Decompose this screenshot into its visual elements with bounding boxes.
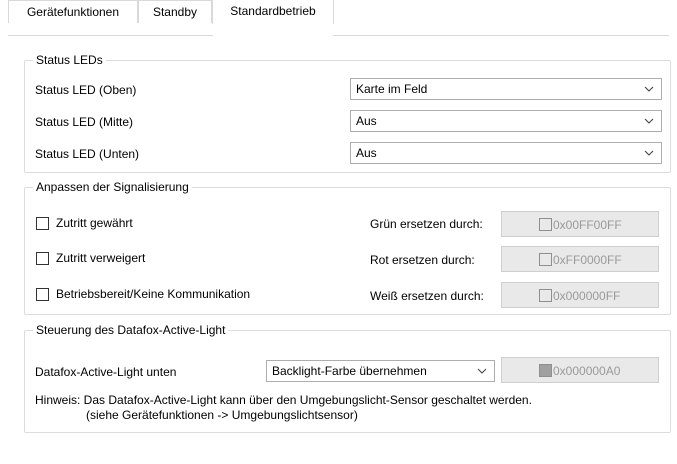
chevron-down-icon <box>477 368 487 374</box>
zutritt-gewaehrt-label: Zutritt gewährt <box>56 216 133 230</box>
tab-label: Standardbetrieb <box>230 4 316 18</box>
signalisierung-legend: Anpassen der Signalisierung <box>33 180 192 195</box>
rot-color-field[interactable]: 0xFF0000FF <box>501 246 659 272</box>
status-led-unten-value: Aus <box>356 146 377 160</box>
status-led-oben-select[interactable]: Karte im Feld <box>350 78 662 100</box>
active-light-select[interactable]: Backlight-Farbe übernehmen <box>266 360 495 382</box>
weiss-color-field[interactable]: 0x000000FF <box>501 282 659 308</box>
tab-strip-baseline <box>8 35 669 36</box>
hint-line-1: Hinweis: Das Datafox-Active-Light kann ü… <box>35 393 532 407</box>
betriebsbereit-label: Betriebsbereit/Keine Kommunikation <box>56 287 251 301</box>
zutritt-verweigert-checkbox[interactable] <box>36 252 49 265</box>
weiss-ersetzen-label: Weiß ersetzen durch: <box>370 289 484 303</box>
color-swatch <box>539 289 552 302</box>
tab-geraetefunktionen[interactable]: Gerätefunktionen <box>8 0 138 23</box>
tab-label: Standby <box>152 5 198 19</box>
status-led-mitte-select[interactable]: Aus <box>350 110 662 132</box>
status-led-oben-label: Status LED (Oben) <box>35 83 137 97</box>
rot-color-value: 0xFF0000FF <box>553 253 622 267</box>
rot-ersetzen-label: Rot ersetzen durch: <box>370 253 475 267</box>
tab-standby[interactable]: Standby <box>138 0 212 23</box>
color-swatch <box>539 364 552 377</box>
chevron-down-icon <box>644 150 654 156</box>
color-swatch <box>539 253 552 266</box>
zutritt-verweigert-label: Zutritt verweigert <box>56 251 146 265</box>
status-led-mitte-value: Aus <box>356 114 377 128</box>
hint-line-2: (siehe Gerätefunktionen -> Umgebungslich… <box>86 408 358 422</box>
betriebsbereit-checkbox[interactable] <box>36 288 49 301</box>
gruen-color-value: 0x00FF00FF <box>553 218 622 232</box>
tab-label: Gerätefunktionen <box>26 5 120 19</box>
status-led-unten-label: Status LED (Unten) <box>35 147 140 161</box>
status-leds-legend: Status LEDs <box>33 53 106 68</box>
status-led-mitte-label: Status LED (Mitte) <box>35 115 134 129</box>
weiss-color-value: 0x000000FF <box>553 289 621 303</box>
active-tab-gap <box>213 35 333 36</box>
active-light-legend: Steuerung des Datafox-Active-Light <box>33 323 229 338</box>
status-led-unten-select[interactable]: Aus <box>350 142 662 164</box>
chevron-down-icon <box>644 118 654 124</box>
color-swatch <box>539 218 552 231</box>
gruen-color-field[interactable]: 0x00FF00FF <box>501 211 659 237</box>
active-light-color-value: 0x000000A0 <box>553 364 621 378</box>
tab-standardbetrieb[interactable]: Standardbetrieb <box>212 0 334 24</box>
gruen-ersetzen-label: Grün ersetzen durch: <box>370 217 483 231</box>
zutritt-gewaehrt-checkbox[interactable] <box>36 217 49 230</box>
chevron-down-icon <box>644 86 654 92</box>
active-light-label: Datafox-Active-Light unten <box>35 365 177 379</box>
active-light-color-field[interactable]: 0x000000A0 <box>501 357 659 383</box>
status-led-oben-value: Karte im Feld <box>356 82 428 96</box>
active-light-value: Backlight-Farbe übernehmen <box>272 364 427 378</box>
